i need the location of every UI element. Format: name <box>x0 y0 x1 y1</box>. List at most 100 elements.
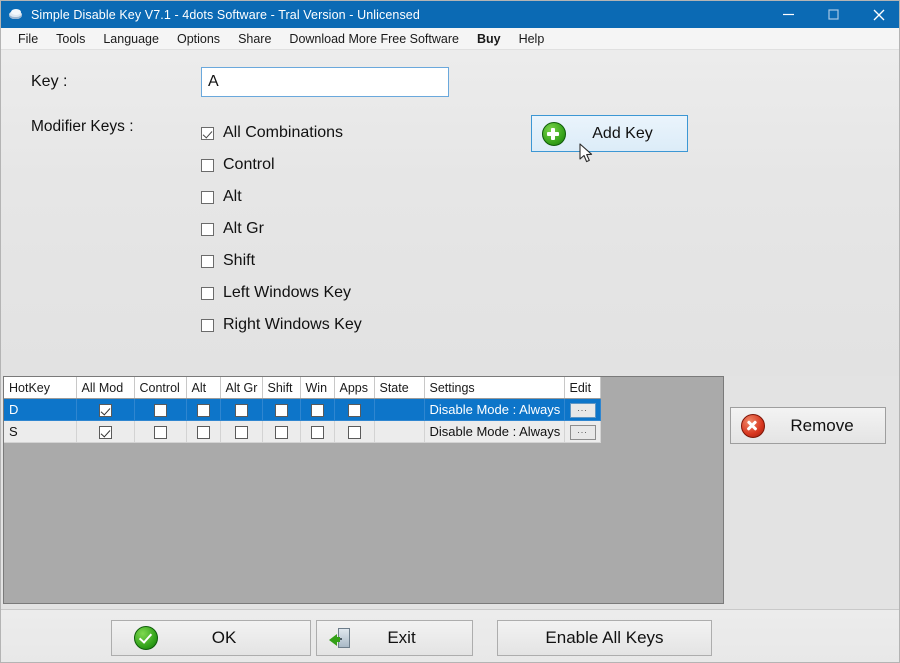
cell-shift[interactable] <box>262 420 301 443</box>
cell-settings: Disable Mode : Always <box>424 398 565 421</box>
cell-alt[interactable] <box>186 398 221 421</box>
checkbox-shift-icon[interactable] <box>274 426 288 440</box>
column-header-edit[interactable]: Edit <box>564 377 601 399</box>
cell-alt[interactable] <box>186 420 221 443</box>
checkbox-apps-icon[interactable] <box>347 426 361 440</box>
checkbox-win-icon[interactable] <box>310 404 324 418</box>
menu-item-language[interactable]: Language <box>94 30 168 48</box>
checkbox-right-windows-key-icon[interactable] <box>201 318 214 332</box>
key-input[interactable] <box>201 67 449 97</box>
title-bar: Simple Disable Key V7.1 - 4dots Software… <box>1 1 899 28</box>
menu-item-file[interactable]: File <box>9 30 47 48</box>
enable-all-keys-button[interactable]: Enable All Keys <box>497 620 712 656</box>
close-icon[interactable] <box>856 1 899 28</box>
modifier-alt-gr[interactable]: Alt Gr <box>201 213 461 245</box>
modifier-label: Alt Gr <box>223 220 264 237</box>
column-header-settings[interactable]: Settings <box>424 377 565 399</box>
checkbox-control-icon[interactable] <box>201 158 214 172</box>
cell-control[interactable] <box>134 398 187 421</box>
checkbox-alt-gr-icon[interactable] <box>234 426 248 440</box>
column-header-apps[interactable]: Apps <box>334 377 375 399</box>
add-key-label: Add Key <box>592 124 653 142</box>
column-header-all-mod[interactable]: All Mod <box>76 377 135 399</box>
menu-item-share[interactable]: Share <box>229 30 280 48</box>
modifier-right-windows-key[interactable]: Right Windows Key <box>201 309 461 341</box>
cell-alt-gr[interactable] <box>220 398 263 421</box>
modifier-keys-list: All Combinations Control Alt Alt Gr Shif… <box>201 117 461 341</box>
modifier-control[interactable]: Control <box>201 149 461 181</box>
modifier-label: Right Windows Key <box>223 316 362 333</box>
checkbox-alt-gr-icon[interactable] <box>234 404 248 418</box>
minimize-icon[interactable] <box>766 1 811 28</box>
column-header-shift[interactable]: Shift <box>262 377 301 399</box>
window-title: Simple Disable Key V7.1 - 4dots Software… <box>31 7 420 22</box>
modifier-left-windows-key[interactable]: Left Windows Key <box>201 277 461 309</box>
checkbox-alt-icon[interactable] <box>196 426 210 440</box>
add-key-button[interactable]: Add Key <box>531 115 688 152</box>
menu-item-download-more-free-software[interactable]: Download More Free Software <box>280 30 468 48</box>
exit-button[interactable]: Exit <box>316 620 473 656</box>
edit-button[interactable]: ... <box>569 424 596 440</box>
column-header-alt-gr[interactable]: Alt Gr <box>220 377 263 399</box>
modifier-label: Left Windows Key <box>223 284 352 301</box>
modifier-alt[interactable]: Alt <box>201 181 461 213</box>
remove-button[interactable]: Remove <box>730 407 886 444</box>
hotkeys-table: HotKey All Mod Control Alt Alt Gr Shift … <box>4 377 601 443</box>
cell-all-mod[interactable] <box>76 398 135 421</box>
modifier-label: Control <box>223 156 275 173</box>
modifier-label: Alt <box>223 188 242 205</box>
checkbox-all-combinations-icon[interactable] <box>201 126 214 140</box>
cell-state <box>374 420 425 443</box>
cell-apps[interactable] <box>334 398 375 421</box>
column-header-hotkey[interactable]: HotKey <box>4 377 77 399</box>
cell-hotkey: D <box>4 398 77 421</box>
column-header-win[interactable]: Win <box>300 377 335 399</box>
cell-win[interactable] <box>300 398 335 421</box>
checkbox-left-windows-key-icon[interactable] <box>201 286 214 300</box>
cell-edit[interactable]: ... <box>564 398 601 421</box>
cell-alt-gr[interactable] <box>220 420 263 443</box>
hotkeys-table-container[interactable]: HotKey All Mod Control Alt Alt Gr Shift … <box>3 376 724 604</box>
edit-button[interactable]: ... <box>569 402 596 418</box>
cell-control[interactable] <box>134 420 187 443</box>
exit-door-icon <box>329 627 351 649</box>
modifier-label: Shift <box>223 252 256 269</box>
checkbox-shift-icon[interactable] <box>274 404 288 418</box>
app-disc-icon <box>8 7 24 23</box>
cell-win[interactable] <box>300 420 335 443</box>
green-plus-icon <box>542 121 566 146</box>
modifier-shift[interactable]: Shift <box>201 245 461 277</box>
ok-button[interactable]: OK <box>111 620 311 656</box>
modifier-keys-label: Modifier Keys : <box>31 118 134 135</box>
cell-shift[interactable] <box>262 398 301 421</box>
menu-item-options[interactable]: Options <box>168 30 229 48</box>
cell-apps[interactable] <box>334 420 375 443</box>
table-row[interactable]: S Disable Mode : Always ... <box>4 420 601 443</box>
modifier-label: All Combinations <box>223 124 344 141</box>
menu-item-buy[interactable]: Buy <box>468 30 510 48</box>
checkbox-win-icon[interactable] <box>310 426 324 440</box>
menu-item-help[interactable]: Help <box>510 30 554 48</box>
checkbox-alt-icon[interactable] <box>201 190 214 204</box>
table-row[interactable]: D Disable Mode : Always ... <box>4 398 601 421</box>
checkbox-shift-icon[interactable] <box>201 254 214 268</box>
column-header-state[interactable]: State <box>374 377 425 399</box>
maximize-icon[interactable] <box>811 1 856 28</box>
menu-bar: File Tools Language Options Share Downlo… <box>1 28 899 50</box>
cell-all-mod[interactable] <box>76 420 135 443</box>
column-header-alt[interactable]: Alt <box>186 377 221 399</box>
checkbox-control-icon[interactable] <box>153 404 167 418</box>
column-header-control[interactable]: Control <box>134 377 187 399</box>
checkbox-alt-gr-icon[interactable] <box>201 222 214 236</box>
green-check-icon <box>134 626 158 650</box>
modifier-all-combinations[interactable]: All Combinations <box>201 117 461 149</box>
exit-label: Exit <box>387 628 416 647</box>
menu-item-tools[interactable]: Tools <box>47 30 94 48</box>
checkbox-all-mod-icon[interactable] <box>98 426 112 440</box>
checkbox-apps-icon[interactable] <box>347 404 361 418</box>
cell-edit[interactable]: ... <box>564 420 601 443</box>
checkbox-all-mod-icon[interactable] <box>98 404 112 418</box>
key-label: Key : <box>31 73 68 90</box>
checkbox-alt-icon[interactable] <box>196 404 210 418</box>
checkbox-control-icon[interactable] <box>153 426 167 440</box>
